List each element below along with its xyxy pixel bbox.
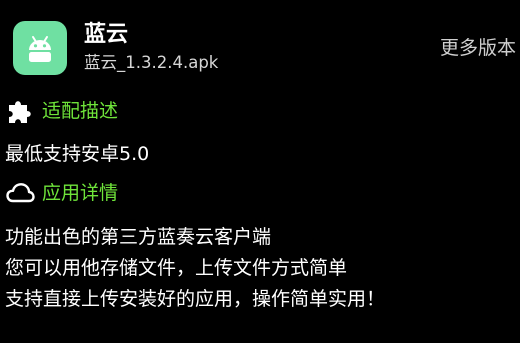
cloud-icon [5,178,35,208]
app-name: 蓝云 [84,22,129,47]
section-compat-title: 适配描述 [42,100,119,122]
section-compat-header: 适配描述 [5,96,118,126]
app-file-name: 蓝云_1.3.2.4.apk [84,53,219,72]
details-line: 支持直接上传安装好的应用，操作简单实用！ [5,288,386,310]
details-line: 功能出色的第三方蓝奏云客户端 [5,226,272,248]
app-header: 蓝云 蓝云_1.3.2.4.apk 更多版本 [0,0,520,92]
section-details-header: 应用详情 [5,178,118,208]
puzzle-icon [5,96,35,126]
android-icon[interactable] [13,21,67,75]
details-line: 您可以用他存储文件，上传文件方式简单 [5,257,348,279]
compat-line: 最低支持安卓5.0 [5,143,150,165]
section-details-title: 应用详情 [42,182,119,204]
more-versions-link[interactable]: 更多版本 [440,35,516,61]
android-robot-glyph [29,36,51,62]
